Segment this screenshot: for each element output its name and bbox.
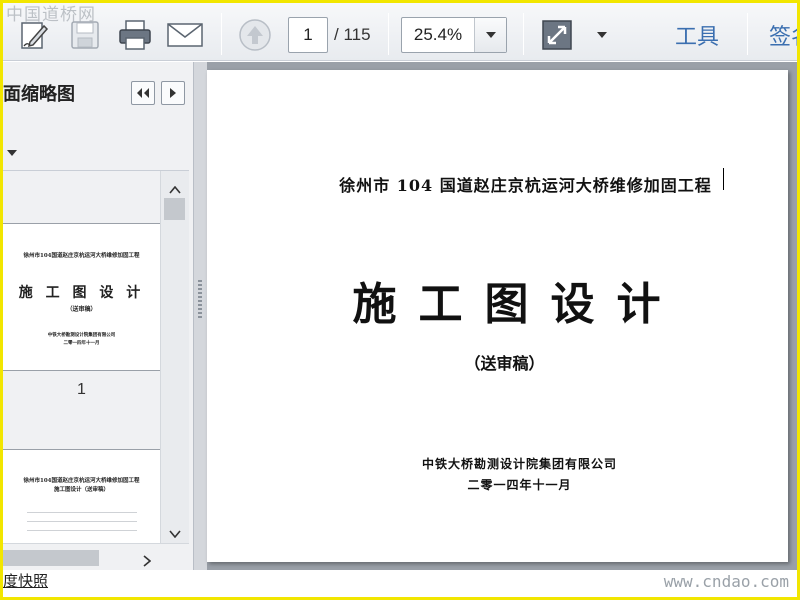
zoom-select[interactable]: 25.4% bbox=[401, 17, 507, 53]
previous-page-icon[interactable] bbox=[235, 15, 275, 55]
thumbnail-form-lines bbox=[27, 504, 137, 538]
email-icon[interactable] bbox=[165, 15, 205, 55]
thumbnail-number: 1 bbox=[77, 381, 86, 398]
document-page: 徐州市 104 国道赵庄京杭运河大桥维修加固工程 施工图设计 （送审稿） 中铁大… bbox=[207, 70, 788, 562]
fit-window-icon[interactable] bbox=[537, 15, 577, 55]
thumbnail-date: 二零一四年十一月 bbox=[63, 341, 100, 346]
document-view[interactable]: 徐州市 104 国道赵庄京杭运河大桥维修加固工程 施工图设计 （送审稿） 中铁大… bbox=[207, 62, 797, 570]
toolbar-separator bbox=[523, 13, 524, 55]
thumbnail-title: 施 工 图 设 计 bbox=[18, 285, 145, 301]
watermark-text: 中国道桥网 bbox=[6, 5, 96, 25]
thumbnail-project: 徐州市104国道赵庄京杭运河大桥维修加固工程 bbox=[23, 478, 140, 484]
chevron-right-icon[interactable] bbox=[143, 552, 152, 571]
document-title: 施工图设计 bbox=[352, 279, 683, 330]
toolbar-separator bbox=[747, 13, 748, 55]
thumbnail-subtitle: （送审稿） bbox=[66, 306, 97, 313]
scrollbar-thumb[interactable] bbox=[3, 550, 99, 566]
toolbar: 1 / 115 25.4% 工具 签名 bbox=[3, 3, 800, 61]
thumbnail-page-2[interactable]: 徐州市104国道赵庄京杭运河大桥维修加固工程 施工图设计（送审稿） bbox=[3, 449, 160, 543]
thumbnail-panel: 面缩略图 徐州市104国道赵庄京杭运河大桥维修加固工程 施 工 图 设 计 （送… bbox=[3, 62, 194, 571]
site-watermark: www.cndao.com bbox=[663, 572, 789, 591]
panel-title: 面缩略图 bbox=[3, 84, 75, 105]
horizontal-scrollbar[interactable] bbox=[3, 543, 189, 571]
menu-dropdown-icon[interactable] bbox=[593, 15, 611, 55]
text-cursor bbox=[723, 168, 724, 190]
thumbnail-title: 施工图设计（送审稿） bbox=[53, 487, 109, 493]
document-project-title: 徐州市 104 国道赵庄京杭运河大桥维修加固工程 bbox=[339, 176, 712, 195]
chevron-down-icon[interactable] bbox=[169, 523, 181, 542]
document-date: 二零一四年十一月 bbox=[467, 478, 572, 492]
toolbar-separator bbox=[388, 13, 389, 55]
vertical-scrollbar[interactable] bbox=[160, 171, 189, 543]
print-icon[interactable] bbox=[115, 15, 155, 55]
chevron-down-icon[interactable] bbox=[474, 18, 506, 52]
scrollbar-thumb[interactable] bbox=[164, 198, 185, 220]
tools-button[interactable]: 工具 bbox=[675, 19, 719, 51]
zoom-value: 25.4% bbox=[413, 25, 463, 44]
snapshot-link[interactable]: 度快照 bbox=[3, 570, 48, 591]
footer-strip: 度快照 www.cndao.com bbox=[3, 570, 797, 597]
document-subtitle: （送审稿） bbox=[464, 354, 545, 373]
toolbar-separator bbox=[221, 13, 222, 55]
thumbnail-org: 中铁大桥勘测设计院集团有限公司 bbox=[47, 333, 116, 338]
collapse-panel-icon[interactable] bbox=[131, 81, 155, 105]
thumbnail-project: 徐州市104国道赵庄京杭运河大桥维修加固工程 bbox=[23, 253, 140, 259]
splitter-grip[interactable] bbox=[198, 280, 202, 320]
thumbnail-page-1[interactable]: 徐州市104国道赵庄京杭运河大桥维修加固工程 施 工 图 设 计 （送审稿） 中… bbox=[3, 223, 160, 371]
sign-button[interactable]: 签名 bbox=[769, 19, 800, 51]
panel-splitter[interactable] bbox=[194, 62, 207, 570]
thumbnail-list: 徐州市104国道赵庄京杭运河大桥维修加固工程 施 工 图 设 计 （送审稿） 中… bbox=[3, 170, 189, 571]
panel-options-icon[interactable] bbox=[7, 142, 17, 161]
document-organization: 中铁大桥勘测设计院集团有限公司 bbox=[421, 457, 617, 471]
expand-panel-icon[interactable] bbox=[161, 81, 185, 105]
page-number-input[interactable]: 1 bbox=[288, 17, 328, 53]
page-total: / 115 bbox=[334, 25, 371, 44]
chevron-up-icon[interactable] bbox=[169, 179, 181, 198]
thumbnail-strip: 徐州市104国道赵庄京杭运河大桥维修加固工程 施 工 图 设 计 （送审稿） 中… bbox=[3, 171, 160, 543]
